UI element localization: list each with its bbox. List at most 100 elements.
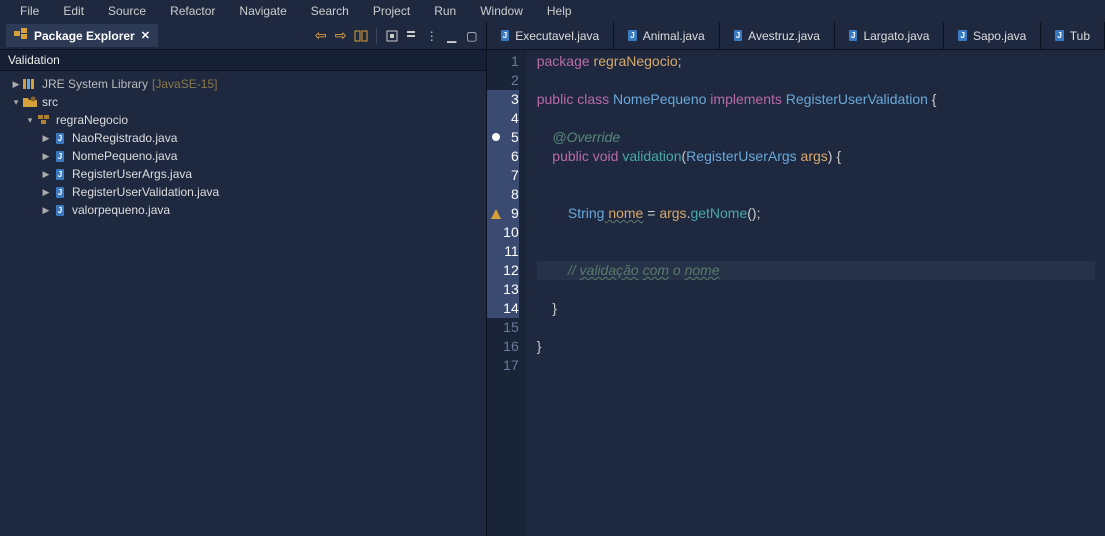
java-file-icon: J [52,167,68,181]
tree-label: NomePequeno.java [72,149,177,163]
divider [376,28,377,44]
line-number: 3 [487,90,519,109]
tree-file[interactable]: ▶ J RegisterUserValidation.java [0,183,486,201]
forward-icon[interactable]: ⇨ [333,28,349,44]
package-icon [36,113,52,127]
menu-refactor[interactable]: Refactor [158,2,227,20]
menu-window[interactable]: Window [468,2,535,20]
tree-file[interactable]: ▶ J NaoRegistrado.java [0,129,486,147]
tree-label: JRE System Library [42,77,148,91]
tab-label: Avestruz.java [748,29,820,43]
tab-label: Largato.java [863,29,929,43]
menu-project[interactable]: Project [361,2,422,20]
line-number: 16 [487,337,519,356]
source-folder-icon [22,95,38,109]
tree-jre[interactable]: ▶ JRE System Library [JavaSE-15] [0,75,486,93]
java-file-icon: J [501,30,509,41]
menu-file[interactable]: File [8,2,51,20]
editor-tab[interactable]: J Executavel.java [487,22,615,49]
line-number: 7 [487,166,519,185]
tree-src[interactable]: ▾ src [0,93,486,111]
view-menu-icon[interactable]: ⋮ [424,28,440,44]
collapse-icon[interactable]: ▾ [10,97,22,108]
code-content[interactable]: package regraNegocio; public class NomeP… [527,50,1105,536]
expand-icon[interactable]: ▶ [40,169,52,180]
explorer-toolbar: ⇦ ⇨ ⋮ ▁ ▢ [313,28,480,44]
java-file-icon: J [1055,30,1063,41]
editor-tab[interactable]: JAvestruz.java [720,22,835,49]
package-explorer-title: Package Explorer [34,29,135,43]
tree-label: RegisterUserValidation.java [72,185,219,199]
java-file-icon: J [849,30,857,41]
line-number: 17 [487,356,519,375]
tree-label: RegisterUserArgs.java [72,167,192,181]
expand-icon[interactable]: ▶ [40,187,52,198]
project-header[interactable]: Validation [0,50,486,71]
project-tree: ▶ JRE System Library [JavaSE-15] ▾ src ▾ [0,71,486,536]
editor-tab-bar: JExecutavel.java JAnimal.java JAvestruz.… [487,22,1105,50]
tree-suffix: [JavaSE-15] [152,77,217,91]
line-number: 1 [487,52,519,71]
tree-file[interactable]: ▶ J RegisterUserArgs.java [0,165,486,183]
tree-label: NaoRegistrado.java [72,131,177,145]
java-file-icon: J [628,30,636,41]
tree-file[interactable]: ▶ J valorpequeno.java [0,201,486,219]
line-number: 10 [487,223,519,242]
java-file-icon: J [52,149,68,163]
tree-label: src [42,95,58,109]
line-number: 12 [487,261,519,280]
editor-tab[interactable]: J Tub [1041,22,1105,49]
expand-icon[interactable]: ▶ [40,205,52,216]
line-number: 11 [487,242,519,261]
line-number: 8 [487,185,519,204]
expand-icon[interactable]: ▶ [10,79,22,90]
collapse-icon[interactable]: ▾ [24,115,36,126]
minimize-icon[interactable]: ▁ [444,28,460,44]
line-number: 2 [487,71,519,90]
line-number: 4 [487,109,519,128]
line-number: 6 [487,147,519,166]
tree-file[interactable]: ▶ J NomePequeno.java [0,147,486,165]
menu-help[interactable]: Help [535,2,584,20]
line-gutter: 1 2 3 4 5 6 7 8 9 10 11 12 13 14 15 16 1… [487,50,527,536]
warning-marker-icon[interactable] [489,205,501,217]
menu-bar: File Edit Source Refactor Navigate Searc… [0,0,1105,22]
menu-edit[interactable]: Edit [51,2,96,20]
java-file-icon: J [52,203,68,217]
library-icon [22,77,38,91]
tree-package[interactable]: ▾ regraNegocio [0,111,486,129]
collapse-all-icon[interactable] [404,28,420,44]
java-file-icon: J [52,131,68,145]
tab-label: Executavel.java [515,29,599,43]
expand-icon[interactable]: ▶ [40,133,52,144]
line-number: 13 [487,280,519,299]
focus-icon[interactable] [384,28,400,44]
editor-tab[interactable]: J Largato.java [835,22,945,49]
java-file-icon: J [52,185,68,199]
maximize-icon[interactable]: ▢ [464,28,480,44]
tab-label: Sapo.java [973,29,1026,43]
tab-label: Animal.java [643,29,705,43]
expand-icon[interactable]: ▶ [40,151,52,162]
line-number: 15 [487,318,519,337]
back-icon[interactable]: ⇦ [313,28,329,44]
tree-label: valorpequeno.java [72,203,170,217]
link-editor-icon[interactable] [353,28,369,44]
override-marker-icon[interactable] [489,128,501,140]
editor-tab[interactable]: J Sapo.java [944,22,1041,49]
editor-tab[interactable]: J Animal.java [614,22,719,49]
menu-run[interactable]: Run [422,2,468,20]
menu-search[interactable]: Search [299,2,361,20]
package-explorer-icon [14,28,28,43]
line-number: 14 [487,299,519,318]
tree-label: regraNegocio [56,113,128,127]
tab-label: Tub [1070,29,1090,43]
package-explorer-tab[interactable]: Package Explorer ✕ [6,24,158,47]
menu-navigate[interactable]: Navigate [227,2,298,20]
menu-source[interactable]: Source [96,2,158,20]
package-explorer-panel: Package Explorer ✕ ⇦ ⇨ ⋮ ▁ ▢ [0,22,487,536]
close-icon[interactable]: ✕ [141,29,150,42]
code-editor[interactable]: 1 2 3 4 5 6 7 8 9 10 11 12 13 14 15 16 1… [487,50,1105,536]
java-file-icon: J [958,30,966,41]
editor-panel: JExecutavel.java JAnimal.java JAvestruz.… [487,22,1105,536]
